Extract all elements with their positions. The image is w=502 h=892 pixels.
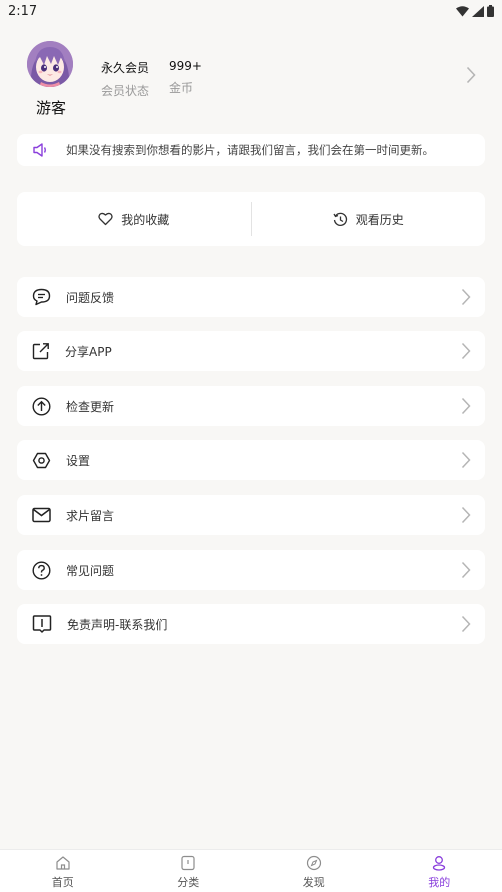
chevron-right-icon (461, 397, 471, 415)
tab-label: 我的 (428, 876, 451, 889)
chevron-right-icon (461, 506, 471, 524)
mail-icon (32, 507, 51, 523)
username: 游客 (36, 99, 67, 117)
menu-label: 设置 (66, 453, 91, 468)
menu-item-share[interactable]: 分享APP (17, 331, 485, 371)
membership-label: 会员状态 (101, 84, 150, 98)
favorites-label: 我的收藏 (121, 212, 170, 227)
chevron-right-icon[interactable] (466, 66, 476, 84)
menu-item-disclaimer[interactable]: 免责声明-联系我们 (17, 604, 485, 644)
history-icon (333, 212, 347, 226)
help-icon (32, 560, 51, 580)
membership-stat: 永久会员 会员状态 (101, 59, 149, 99)
tab-label: 发现 (302, 876, 325, 889)
tab-label: 分类 (177, 876, 200, 889)
membership-value: 永久会员 (101, 61, 150, 75)
menu-label: 分享APP (65, 344, 112, 359)
feedback-icon (32, 288, 51, 306)
battery-icon (487, 5, 494, 17)
heart-icon (98, 212, 113, 226)
speaker-icon (33, 143, 46, 157)
user-icon (433, 856, 446, 871)
chevron-right-icon (461, 561, 471, 579)
menu-label: 常见问题 (66, 563, 115, 578)
coins-label: 金币 (169, 81, 194, 95)
menu-label: 检查更新 (66, 399, 115, 414)
profile-header[interactable]: 游客 永久会员 会员状态 999+ 金币 (0, 36, 502, 120)
menu-label: 免责声明-联系我们 (67, 617, 168, 632)
notice-bar: 如果没有搜索到你想看的影片，请跟我们留言，我们会在第一时间更新。 (17, 134, 485, 166)
discover-icon (306, 855, 321, 871)
bottom-tab-bar: 首页 分类 发现 我的 (0, 849, 502, 892)
home-icon (56, 856, 70, 870)
tab-discover[interactable]: 发现 (251, 850, 377, 892)
menu-item-faq[interactable]: 常见问题 (17, 550, 485, 590)
menu-item-feedback[interactable]: 问题反馈 (17, 277, 485, 317)
signal-icon (472, 5, 484, 17)
anime-avatar-icon (27, 41, 73, 87)
chevron-right-icon (461, 451, 471, 469)
quick-actions: 我的收藏 观看历史 (17, 192, 485, 246)
coins-value: 999+ (169, 59, 202, 73)
chevron-right-icon (461, 615, 471, 633)
menu-label: 求片留言 (66, 508, 115, 523)
menu-item-request-movie[interactable]: 求片留言 (17, 495, 485, 535)
history-label: 观看历史 (355, 212, 404, 227)
tab-mine[interactable]: 我的 (377, 850, 502, 892)
status-bar: 2:17 (0, 0, 502, 22)
share-icon (32, 343, 49, 360)
update-icon (32, 396, 51, 416)
wifi-icon (456, 5, 469, 16)
status-icons (456, 5, 494, 17)
category-icon (181, 855, 195, 871)
menu-item-settings[interactable]: 设置 (17, 440, 485, 480)
chevron-right-icon (461, 342, 471, 360)
status-time: 2:17 (8, 3, 38, 19)
menu-label: 问题反馈 (66, 290, 115, 305)
tab-label: 首页 (51, 876, 74, 889)
tab-category[interactable]: 分类 (126, 850, 252, 892)
menu-item-check-update[interactable]: 检查更新 (17, 386, 485, 426)
history-button[interactable]: 观看历史 (252, 192, 486, 246)
coins-stat: 999+ 金币 (169, 59, 202, 96)
notice-text: 如果没有搜索到你想看的影片，请跟我们留言，我们会在第一时间更新。 (66, 143, 434, 157)
avatar[interactable] (27, 41, 73, 87)
book-icon (32, 615, 52, 633)
chevron-right-icon (461, 288, 471, 306)
tab-home[interactable]: 首页 (0, 850, 126, 892)
favorites-button[interactable]: 我的收藏 (17, 192, 251, 246)
settings-icon (32, 452, 51, 468)
